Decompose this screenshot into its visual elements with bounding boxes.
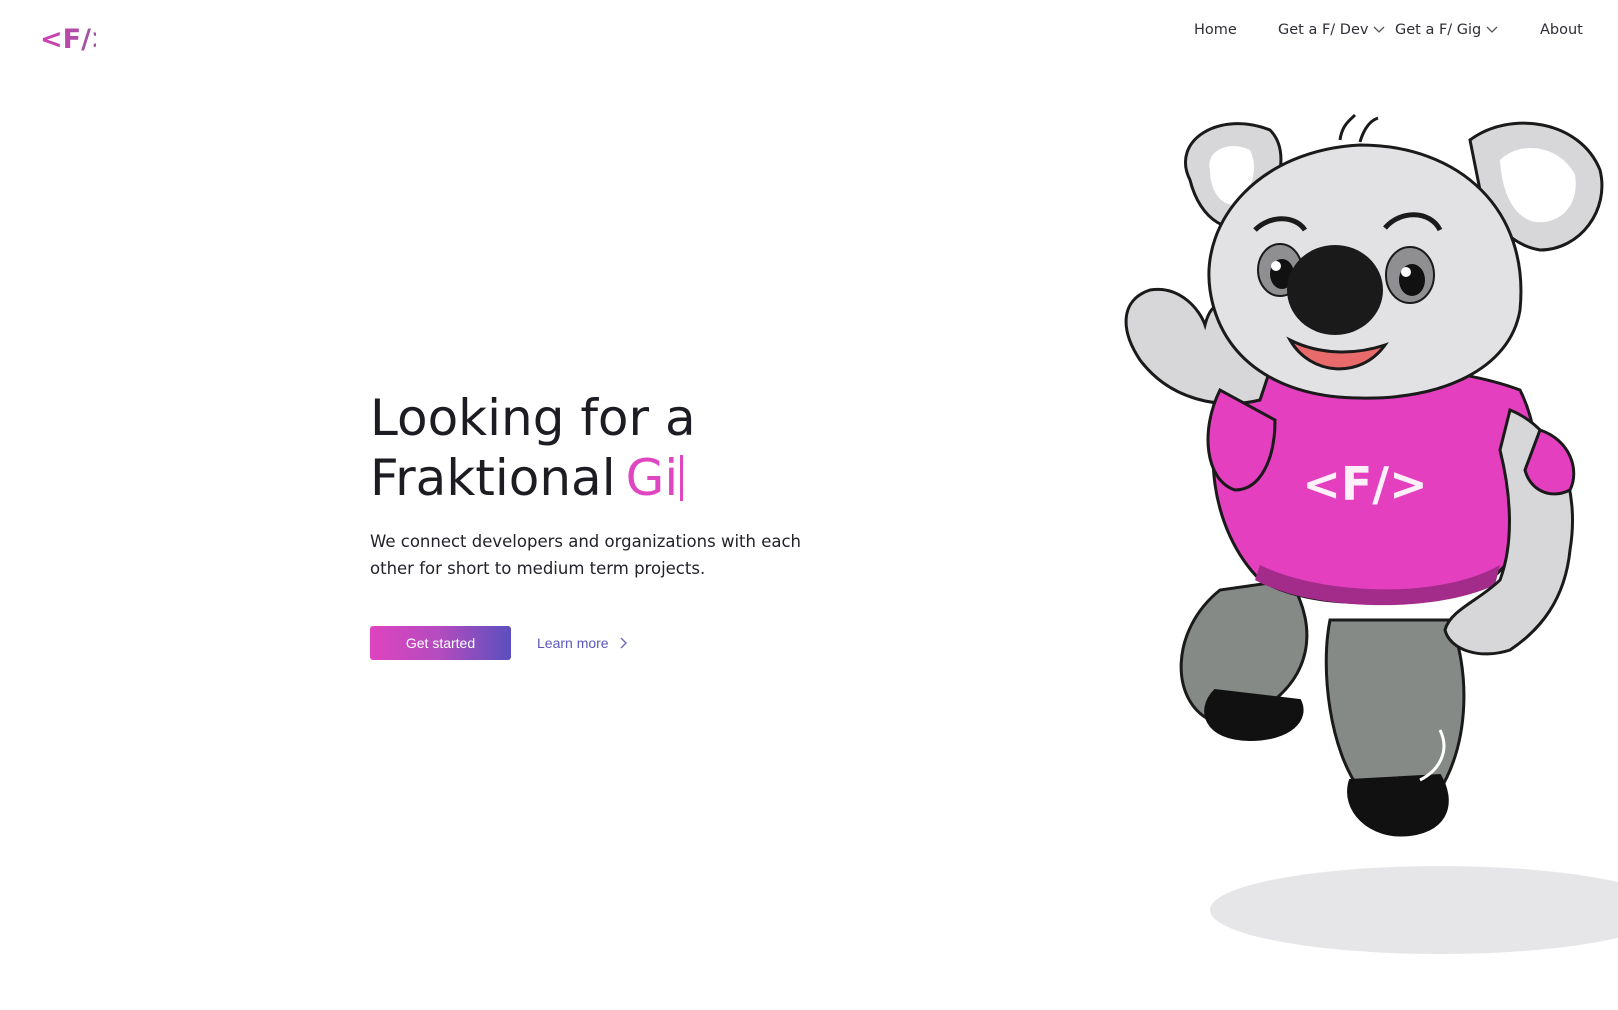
nav-about-label: About: [1540, 22, 1583, 38]
chevron-down-icon: [1486, 26, 1498, 33]
cta-row: Get started Learn more: [370, 626, 890, 660]
nav-get-dev[interactable]: Get a F/ Dev: [1278, 22, 1385, 38]
hero-subtitle: We connect developers and organizations …: [370, 532, 801, 578]
typed-word: Gi: [625, 449, 679, 507]
mascot-body: <F/>: [1211, 365, 1539, 606]
nav-get-gig-label: Get a F/ Gig: [1395, 22, 1482, 38]
hero-section: Looking for a Fraktional Gi We connect de…: [370, 388, 890, 660]
nav-home-label: Home: [1194, 22, 1237, 38]
learn-more-label: Learn more: [537, 635, 609, 651]
chevron-down-icon: [1373, 26, 1385, 33]
nav-get-gig[interactable]: Get a F/ Gig: [1395, 22, 1498, 38]
landing-page: <F/> Home Get a F/ Dev Get a F/ Gig Abou…: [0, 0, 1618, 1010]
mascot-back-leg: [1179, 578, 1309, 742]
headline-line-1: Looking for a: [370, 389, 696, 447]
mascot-shadow: [1210, 866, 1618, 954]
learn-more-link[interactable]: Learn more: [537, 635, 627, 651]
typed-word-wrapper: Gi: [617, 448, 686, 508]
top-nav: Home Get a F/ Dev Get a F/ Gig About: [0, 20, 1618, 44]
koala-mascot-illustration: <F/>: [1124, 113, 1618, 954]
nav-get-dev-label: Get a F/ Dev: [1278, 22, 1369, 38]
shirt-logo: <F/>: [1302, 457, 1427, 511]
hero-headline: Looking for a Fraktional Gi: [370, 388, 890, 508]
headline-line-2: Fraktional Gi: [370, 448, 890, 508]
nav-home[interactable]: Home: [1194, 22, 1237, 38]
headline-static-word: Fraktional: [370, 449, 616, 507]
mascot-front-leg: [1324, 618, 1466, 837]
get-started-button[interactable]: Get started: [370, 626, 511, 660]
nav-about[interactable]: About: [1540, 22, 1583, 38]
chevron-right-icon: [620, 637, 627, 649]
typing-caret: [680, 455, 684, 501]
